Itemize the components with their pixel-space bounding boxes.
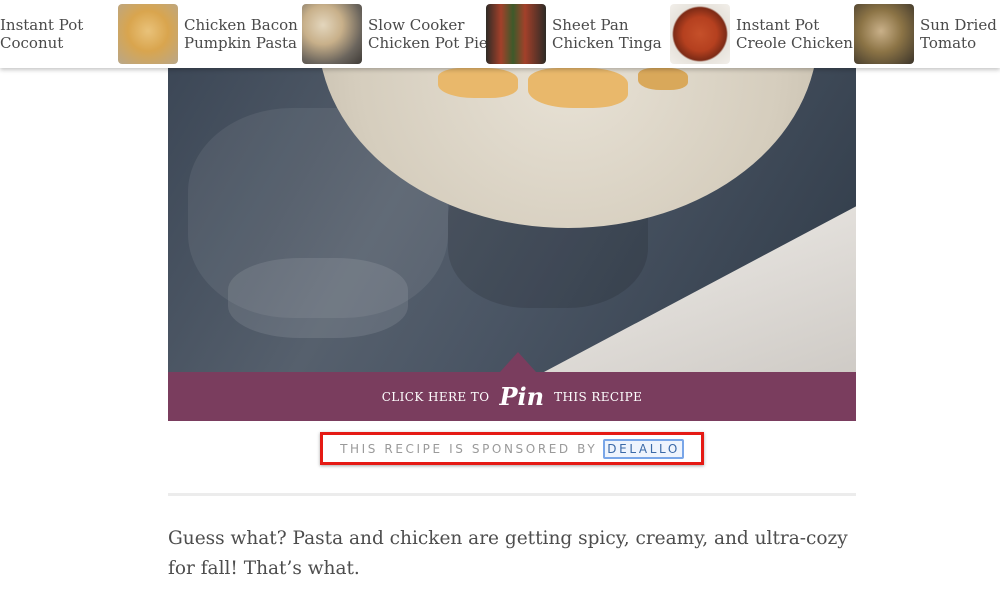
pin-banner-notch [500,352,536,372]
related-recipe-title: Instant Pot Creole Chicken [736,16,853,52]
recipe-thumbnail [302,4,362,64]
pin-logo-text: Pin [499,382,545,411]
related-recipe-item[interactable]: Sun Dried Tomato [854,0,997,68]
related-recipe-title: Chicken Bacon Pumpkin Pasta [184,16,298,52]
related-recipes-bar: Instant Pot Coconut Chicken Bacon Pumpki… [0,0,1000,68]
related-recipe-title: Instant Pot Coconut [0,16,84,52]
pin-banner-prefix: Click here to [381,389,490,404]
pasta-piece [638,68,688,90]
pasta-piece [528,68,628,108]
sponsor-highlight-box: This recipe is sponsored by DeLallo [320,432,704,465]
related-recipe-title: Sun Dried Tomato [920,16,997,52]
pasta-piece [438,68,518,98]
pin-banner-suffix: this recipe [554,389,643,404]
pin-recipe-button[interactable]: Click here to Pin this recipe [168,372,856,421]
sponsor-text: This recipe is sponsored by [340,441,598,456]
recipe-thumbnail [118,4,178,64]
section-divider [168,493,856,496]
related-recipe-item[interactable]: Chicken Bacon Pumpkin Pasta [118,0,298,68]
cloth-fold [228,258,408,338]
recipe-thumbnail [854,4,914,64]
recipe-thumbnail [486,4,546,64]
related-recipe-title: Slow Cooker Chicken Pot Pie [368,16,488,52]
related-recipe-item[interactable]: Sheet Pan Chicken Tinga [486,0,662,68]
recipe-hero-image [168,68,856,372]
related-recipe-item[interactable]: Instant Pot Creole Chicken [670,0,853,68]
related-recipe-item[interactable]: Slow Cooker Chicken Pot Pie [302,0,488,68]
sponsor-link[interactable]: DeLallo [603,438,684,459]
related-recipe-item[interactable]: Instant Pot Coconut [0,0,83,68]
article-paragraph: Guess what? Pasta and chicken are gettin… [168,528,848,579]
related-recipe-title: Sheet Pan Chicken Tinga [552,16,662,52]
recipe-thumbnail [670,4,730,64]
